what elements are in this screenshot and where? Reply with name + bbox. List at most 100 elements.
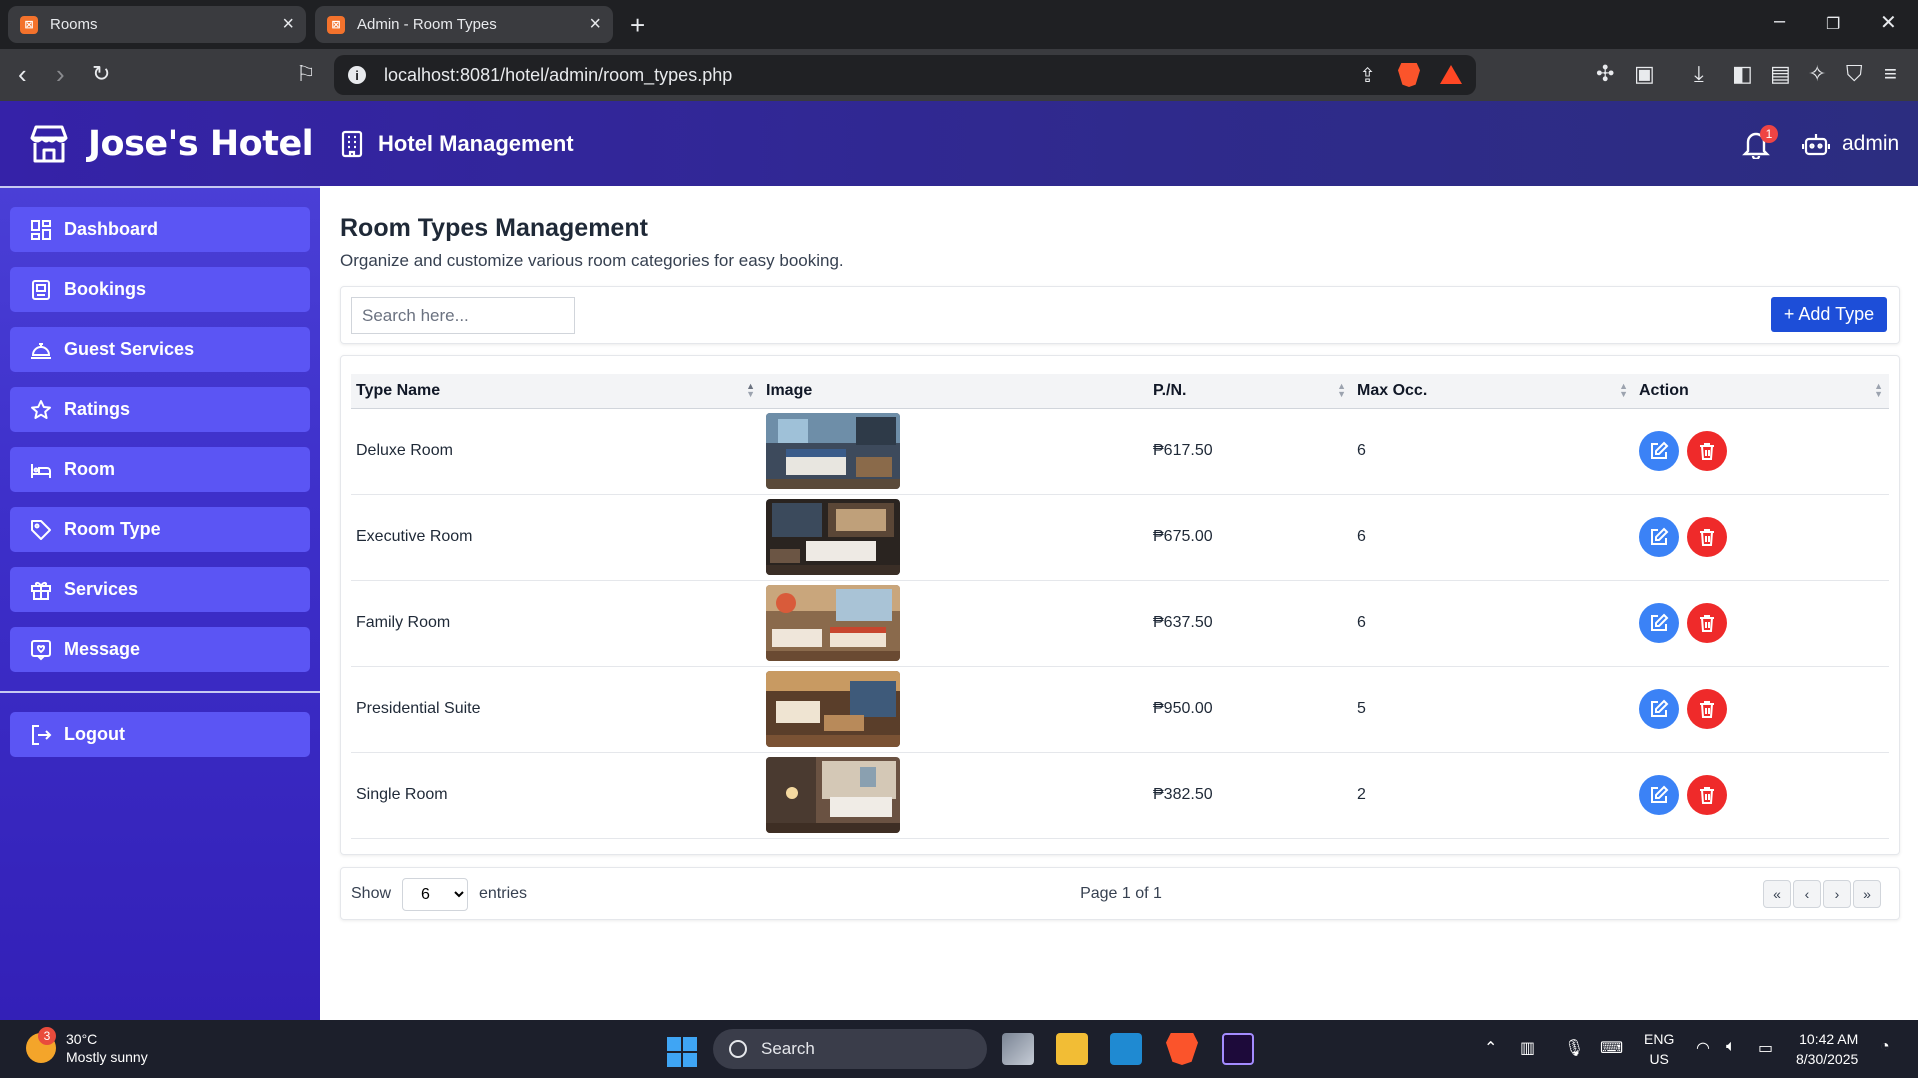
last-page-button[interactable]: » [1853,880,1881,908]
delete-button[interactable] [1687,775,1728,815]
wifi-icon[interactable]: ◠ [1696,1038,1710,1058]
sidebar-item-guest-services[interactable]: Guest Services [10,327,310,372]
room-photo[interactable] [766,671,900,747]
first-page-button[interactable]: « [1763,880,1791,908]
add-type-button[interactable]: + Add Type [1771,297,1887,332]
sidebar-toggle-icon[interactable]: ◧ [1732,63,1753,85]
sidebar-item-dashboard[interactable]: Dashboard [10,207,310,252]
new-tab-icon[interactable]: + [630,10,645,41]
download-icon[interactable]: ⤓ [1694,63,1704,85]
edit-button[interactable] [1639,517,1679,557]
clock-time: 10:42 AM [1799,1031,1859,1047]
room-photo[interactable] [766,499,900,575]
room-types-table-card: Type Name ▲ ▼ Image P./N. ▲ ▼ Max Occ. ▲ ▼ Act… [340,355,1900,855]
max-occupancy-cell: 2 [1352,752,1634,839]
sidebar-item-label: Dashboard [64,219,159,239]
taskbar-search[interactable]: Search [713,1029,987,1069]
column-label: Max Occ. [1357,381,1428,399]
brave-shields-icon[interactable] [1398,63,1420,87]
reload-icon[interactable]: ↻ [92,61,110,87]
show-hidden-icons-icon[interactable]: ⌃ [1484,1038,1497,1058]
weather-widget[interactable]: 3 30°C Mostly sunny [26,1027,148,1066]
delete-button[interactable] [1687,603,1728,643]
bed-icon [31,463,51,478]
room-photo[interactable] [766,757,900,833]
edit-button[interactable] [1639,775,1679,815]
after-effects-icon[interactable] [1222,1033,1254,1065]
app-tray-icon[interactable]: ▥ [1520,1038,1535,1058]
edit-button[interactable] [1639,689,1679,729]
column-header-action[interactable]: Action ▲ ▼ [1634,374,1889,409]
search-input[interactable] [351,297,575,334]
action-cell [1634,494,1889,581]
image-cell [761,666,1148,753]
room-photo[interactable] [766,413,900,489]
delete-button[interactable] [1687,517,1728,557]
browser-tab-rooms[interactable]: ⊠ Rooms × [8,6,306,43]
windows-start-icon[interactable] [667,1037,697,1067]
notifications-icon[interactable]: ◔ [1880,1038,1890,1056]
task-view-icon[interactable] [1002,1033,1034,1065]
sidebar-item-bookings[interactable]: Bookings [10,267,310,312]
address-bar[interactable]: i localhost:8081/hotel/admin/room_types.… [334,55,1476,95]
close-tab-icon[interactable]: × [282,13,294,36]
keyboard-icon[interactable]: ⌨ [1600,1038,1623,1058]
sidebar-item-message[interactable]: Message [10,627,310,672]
sidebar-item-room[interactable]: Room [10,447,310,492]
previous-page-button[interactable]: ‹ [1793,880,1821,908]
forward-icon[interactable]: › [56,61,65,87]
delete-button[interactable] [1687,689,1728,729]
extensions-icon[interactable]: ✣ [1596,63,1614,85]
user-name: admin [1842,131,1900,155]
brave-rewards-icon[interactable] [1440,65,1462,84]
logout-button[interactable]: Logout [10,712,310,757]
edit-button[interactable] [1639,431,1679,471]
language-indicator[interactable]: ENG US [1644,1029,1674,1069]
restore-icon[interactable]: ❐ [1826,14,1840,34]
edit-button[interactable] [1639,603,1679,643]
sidebar-item-services[interactable]: Services [10,567,310,612]
vpn-shield-icon[interactable]: ⛉ [1846,63,1863,85]
robot-icon [1802,133,1830,155]
window-close-icon[interactable]: ✕ [1880,10,1897,35]
back-icon[interactable]: ‹ [18,61,27,87]
site-info-icon[interactable]: i [348,66,366,84]
file-explorer-icon[interactable] [1056,1033,1088,1065]
menu-icon[interactable]: ≡ [1884,63,1897,85]
close-tab-icon[interactable]: × [589,13,601,36]
browser-tab-room-types[interactable]: ⊠ Admin - Room Types × [315,6,613,43]
column-header-max-occupancy[interactable]: Max Occ. ▲ ▼ [1352,374,1634,409]
column-header-price[interactable]: P./N. ▲ ▼ [1148,374,1352,409]
minimize-icon[interactable]: – [1774,10,1785,33]
trash-icon [1700,615,1715,632]
column-label: P./N. [1153,381,1187,399]
search-icon [729,1040,747,1058]
bookmark-icon[interactable]: ⚐ [296,61,316,87]
edit-icon [1651,613,1669,631]
logout-label: Logout [64,724,125,744]
table-row: Presidential Suite ₱950.00 5 [351,666,1889,753]
vscode-icon[interactable] [1110,1033,1142,1065]
leo-ai-icon[interactable]: ✧ [1808,63,1826,85]
column-header-type-name[interactable]: Type Name ▲ ▼ [351,374,761,409]
sidebar-item-ratings[interactable]: Ratings [10,387,310,432]
share-icon[interactable]: ⇪ [1359,63,1376,88]
microphone-icon[interactable]: 🎙︎ [1564,1038,1584,1058]
delete-button[interactable] [1687,431,1728,471]
column-header-image: Image [761,374,1148,409]
wallet-icon[interactable]: ▤ [1770,63,1791,85]
room-photo[interactable] [766,585,900,661]
system-clock[interactable]: 10:42 AM 8/30/2025 [1796,1029,1858,1069]
volume-icon[interactable]: 🔈︎ [1726,1038,1736,1056]
user-menu[interactable]: admin [1802,101,1899,186]
battery-icon[interactable]: ▭ [1758,1038,1773,1058]
app-header: Jose's Hotel Hotel Management 1 admin [0,101,1918,186]
brand[interactable]: Jose's Hotel [0,101,320,186]
reader-icon[interactable]: ▣ [1634,63,1655,85]
hotel-storefront-icon [30,125,68,162]
next-page-button[interactable]: › [1823,880,1851,908]
column-label: Action [1639,381,1689,399]
brave-browser-icon[interactable] [1166,1033,1198,1065]
sidebar-item-room-type[interactable]: Room Type [10,507,310,552]
star-icon [31,399,51,419]
